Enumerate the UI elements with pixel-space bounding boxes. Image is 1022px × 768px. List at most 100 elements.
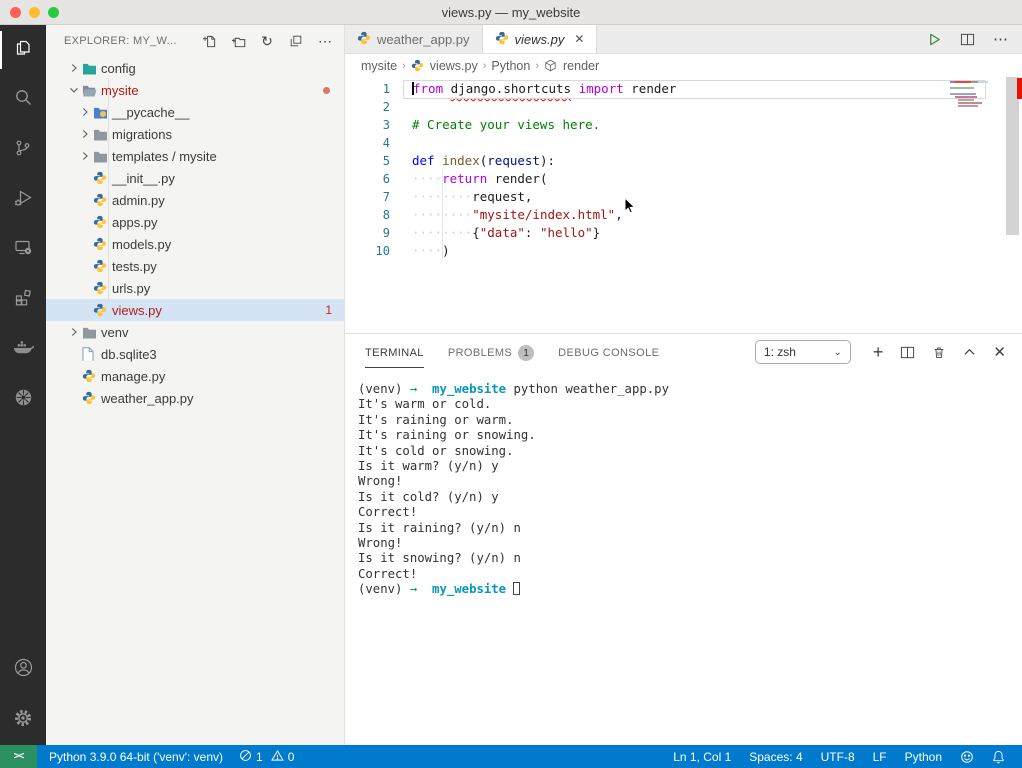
minimize-window-button[interactable] (29, 7, 40, 18)
tab-label: weather_app.py (377, 31, 470, 47)
code-line-text: ····return render( (412, 171, 548, 186)
activity-account[interactable] (0, 645, 46, 695)
tab-debug-console[interactable]: DEBUG CONSOLE (558, 337, 659, 367)
python-icon (93, 215, 111, 229)
breadcrumb-item-render[interactable]: render (563, 59, 599, 73)
tab-terminal[interactable]: TERMINAL (365, 337, 424, 368)
eol-status[interactable]: LF (864, 745, 896, 768)
code-line-2[interactable]: 2 (345, 98, 1022, 116)
line-number: 10 (375, 244, 390, 258)
tree-item-admin-py[interactable]: admin.py (46, 189, 344, 211)
collapse-all-icon[interactable] (287, 32, 305, 50)
line-number: 9 (382, 226, 390, 240)
notifications-bell-icon[interactable] (983, 745, 1014, 768)
code-line-3[interactable]: 3 # Create your views here. (345, 116, 1022, 134)
new-file-icon[interactable] (200, 32, 218, 50)
tree-item-migrations[interactable]: migrations (46, 123, 344, 145)
window-title: views.py — my_website (441, 4, 581, 20)
tree-item-apps-py[interactable]: apps.py (46, 211, 344, 233)
tree-item-templates-mysite[interactable]: templates / mysite (46, 145, 344, 167)
more-actions-icon[interactable]: ⋯ (316, 32, 334, 50)
tree-item--init-py[interactable]: __init__.py (46, 167, 344, 189)
breadcrumb-item-mysite[interactable]: mysite (361, 59, 397, 73)
cursor-position-status[interactable]: Ln 1, Col 1 (664, 745, 740, 768)
code-line-text: ········request, (412, 189, 533, 204)
chevron-right-icon: › (402, 59, 406, 72)
error-icon (239, 749, 252, 765)
code-line-8[interactable]: 8 ········"mysite/index.html", (345, 206, 1022, 224)
activity-extensions[interactable] (0, 275, 46, 325)
tab-views-py[interactable]: views.py ✕ (482, 25, 598, 53)
tree-item-venv[interactable]: venv (46, 321, 344, 343)
code-line-1[interactable]: 1 from django.shortcuts import render (345, 80, 1022, 99)
tree-item-manage-py[interactable]: manage.py (46, 365, 344, 387)
close-icon[interactable]: ✕ (574, 32, 584, 46)
text-caret (412, 82, 414, 95)
remote-indicator[interactable]: >< (0, 745, 37, 768)
tree-item-label: weather_app.py (101, 390, 194, 406)
code-line-4[interactable]: 4 (345, 134, 1022, 152)
source-control-icon (14, 139, 32, 162)
zoom-window-button[interactable] (48, 7, 59, 18)
activity-settings[interactable] (0, 695, 46, 745)
code-line-5[interactable]: 5 def index(request): (345, 152, 1022, 170)
code-line-6[interactable]: 6 ····return render( (345, 170, 1022, 188)
tab-problems[interactable]: PROBLEMS 1 (447, 335, 535, 369)
tree-item--pycache-[interactable]: __pycache__ (46, 101, 344, 123)
refresh-icon[interactable]: ↻ (258, 32, 276, 50)
language-mode-status[interactable]: Python (896, 745, 951, 768)
more-actions-icon[interactable]: ⋯ (993, 30, 1008, 48)
new-terminal-icon[interactable]: + (873, 342, 884, 363)
tree-item-mysite[interactable]: mysite (46, 79, 344, 101)
code-editor[interactable]: 1 from django.shortcuts import render 2 3 # … (345, 77, 1022, 333)
problems-status[interactable]: 1 0 (231, 745, 302, 768)
activity-source-control[interactable] (0, 125, 46, 175)
tree-item-urls-py[interactable]: urls.py (46, 277, 344, 299)
indentation-status[interactable]: Spaces: 4 (740, 745, 811, 768)
python-interpreter-status[interactable]: Python 3.9.0 64-bit ('venv': venv) (41, 745, 231, 768)
terminal-cursor (513, 582, 521, 596)
breadcrumb-item-views-py[interactable]: views.py (430, 59, 478, 73)
code-line-10[interactable]: 10 ····) (345, 242, 1022, 260)
maximize-panel-icon[interactable] (963, 346, 976, 359)
activity-docker[interactable] (0, 325, 46, 375)
split-editor-icon[interactable] (960, 32, 975, 47)
breadcrumb: mysite › views.py › Python › render (345, 54, 1022, 77)
new-folder-icon[interactable] (229, 32, 247, 50)
terminal-panel: TERMINAL PROBLEMS 1 DEBUG CONSOLE 1: zsh… (345, 333, 1022, 745)
tree-item-db-sqlite3[interactable]: db.sqlite3 (46, 343, 344, 365)
code-line-9[interactable]: 9 ········{"data": "hello"} (345, 224, 1022, 242)
feedback-icon[interactable] (951, 745, 983, 768)
tree-item-models-py[interactable]: models.py (46, 233, 344, 255)
activity-remote-explorer[interactable] (0, 225, 46, 275)
python-icon (93, 193, 111, 207)
editor-group: weather_app.py views.py ✕ ⋯ mysite › vie… (345, 25, 1022, 745)
chevron-right-icon: › (535, 59, 539, 72)
tree-item-label: apps.py (112, 214, 158, 230)
activity-explorer[interactable] (0, 25, 46, 75)
activity-run-debug[interactable] (0, 175, 46, 225)
breadcrumb-item-python[interactable]: Python (491, 59, 530, 73)
tab-label: PROBLEMS (447, 347, 513, 359)
split-terminal-icon[interactable] (900, 345, 915, 360)
tree-item-views-py[interactable]: views.py 1 (46, 299, 344, 321)
code-line-7[interactable]: 7 ········request, (345, 188, 1022, 206)
kill-terminal-icon[interactable] (932, 345, 946, 360)
tree-item-label: venv (101, 324, 129, 340)
tree-item-label: __init__.py (112, 170, 175, 186)
close-window-button[interactable] (10, 7, 21, 18)
run-python-file-icon[interactable] (927, 32, 942, 47)
terminal-line: Is it raining? (y/n) n (358, 520, 521, 535)
tree-item-config[interactable]: config (46, 57, 344, 79)
close-panel-icon[interactable]: ✕ (993, 343, 1006, 361)
activity-kubernetes[interactable] (0, 375, 46, 425)
tab-weather-app[interactable]: weather_app.py (345, 25, 483, 53)
tree-item-tests-py[interactable]: tests.py (46, 255, 344, 277)
terminal-output[interactable]: (venv) → my_website python weather_app.p… (345, 370, 1022, 598)
encoding-status[interactable]: UTF-8 (812, 745, 864, 768)
chevron-right-icon (77, 151, 93, 161)
activity-search[interactable] (0, 75, 46, 125)
explorer-sidebar: EXPLORER: MY_W... ↻ ⋯ config mysite __pyca… (46, 25, 345, 745)
tree-item-weather-app-py[interactable]: weather_app.py (46, 387, 344, 409)
terminal-shell-select[interactable]: 1: zsh ⌄ (754, 340, 851, 364)
